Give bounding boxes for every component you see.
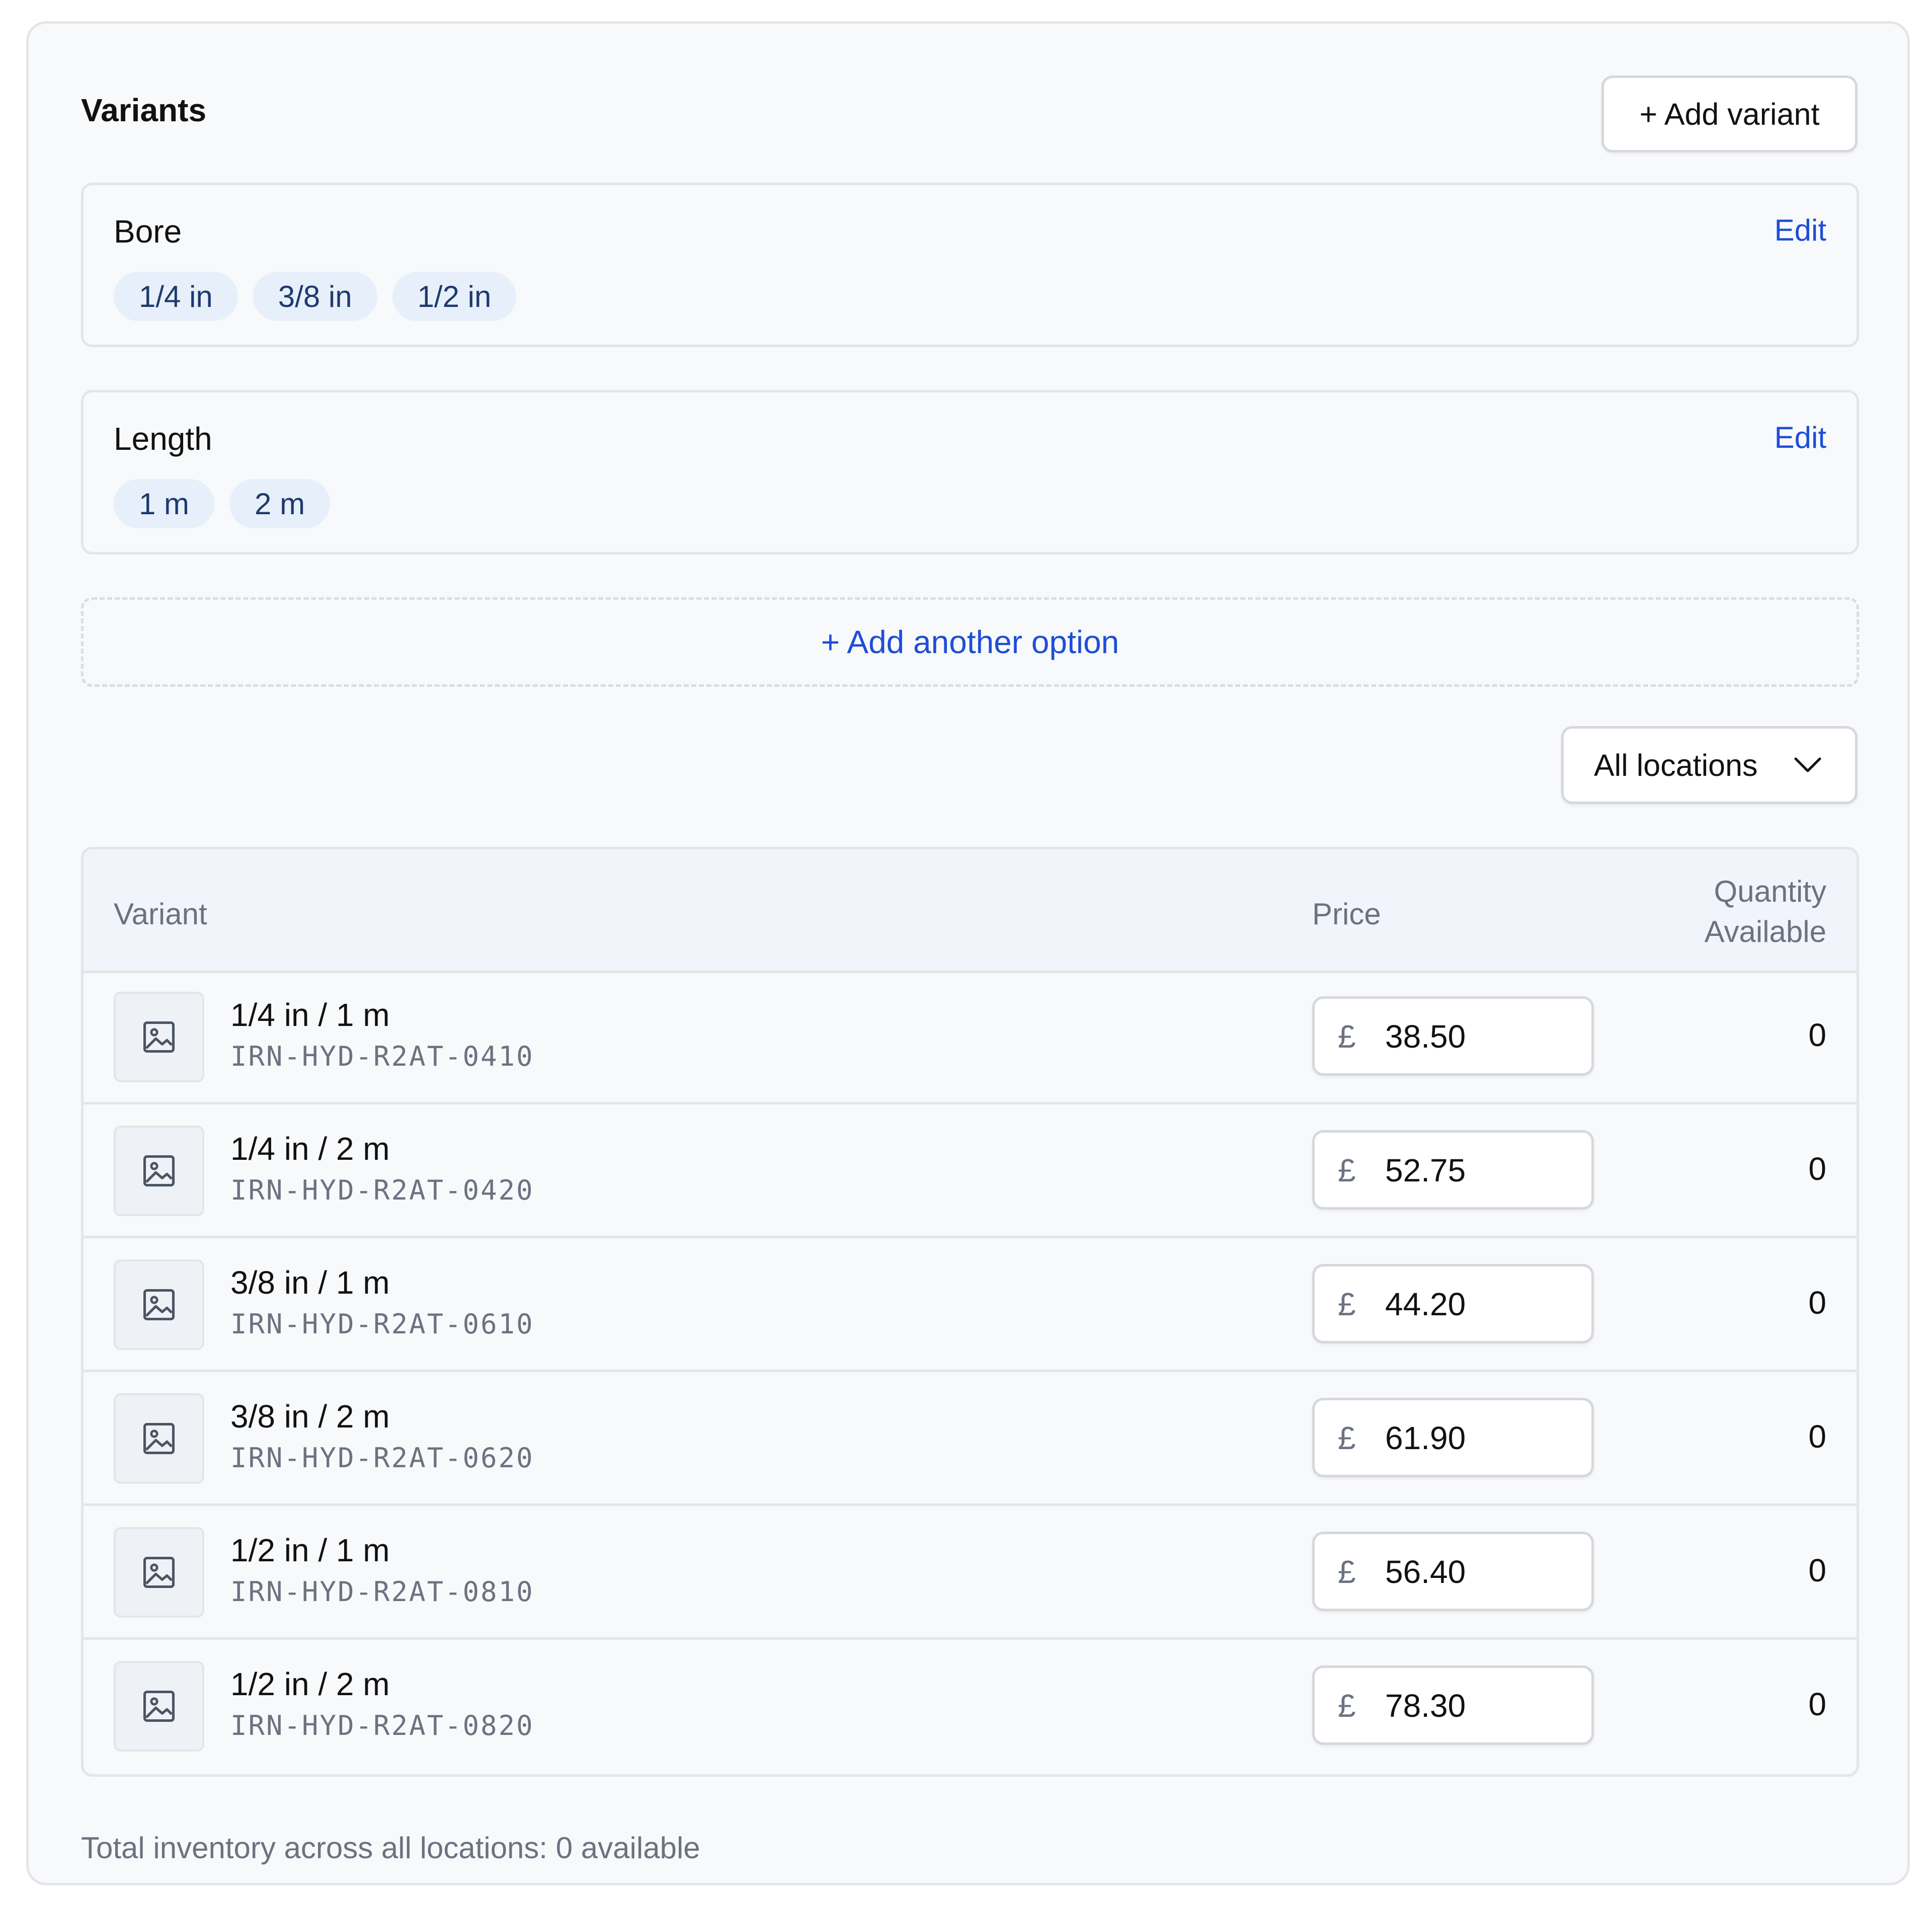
total-inventory-note: Total inventory across all locations: 0 …	[81, 1831, 700, 1865]
quantity-available: 0	[1808, 1017, 1826, 1053]
price-input[interactable]: £ 52.75	[1312, 1130, 1594, 1210]
option-values: 1/4 in 3/8 in 1/2 in	[114, 272, 517, 321]
price-value: 56.40	[1385, 1554, 1466, 1590]
option-values: 1 m 2 m	[114, 479, 331, 528]
option-value-chip: 1/4 in	[114, 272, 238, 321]
quantity-available: 0	[1808, 1418, 1826, 1455]
image-icon	[143, 1422, 175, 1455]
variants-table: Variant Price Quantity Available 1/4 in …	[81, 847, 1859, 1777]
variant-title: 1/2 in / 1 m	[230, 1532, 390, 1568]
variant-title: 3/8 in / 2 m	[230, 1398, 390, 1435]
price-value: 38.50	[1385, 1018, 1466, 1055]
currency-symbol: £	[1338, 1554, 1356, 1590]
quantity-available: 0	[1808, 1552, 1826, 1588]
option-edit-link-length[interactable]: Edit	[1775, 423, 1826, 453]
variant-sku: IRN-HYD-R2AT-0420	[230, 1174, 534, 1206]
option-value-chip: 3/8 in	[253, 272, 377, 321]
variant-image-placeholder[interactable]	[114, 992, 204, 1082]
variant-title: 3/8 in / 1 m	[230, 1264, 390, 1301]
option-group-length: Length Edit 1 m 2 m	[81, 390, 1859, 554]
option-name: Bore	[114, 213, 182, 250]
price-input[interactable]: £ 61.90	[1312, 1398, 1594, 1477]
option-value-chip: 1/2 in	[392, 272, 517, 321]
image-icon	[143, 1021, 175, 1053]
variant-sku: IRN-HYD-R2AT-0610	[230, 1308, 534, 1340]
currency-symbol: £	[1338, 1152, 1356, 1188]
image-icon	[143, 1690, 175, 1722]
option-edit-link-bore[interactable]: Edit	[1775, 215, 1826, 246]
locations-select[interactable]: All locations	[1561, 726, 1858, 804]
variant-image-placeholder[interactable]	[114, 1661, 204, 1752]
price-value: 61.90	[1385, 1420, 1466, 1456]
currency-symbol: £	[1338, 1018, 1356, 1055]
variant-image-placeholder[interactable]	[114, 1393, 204, 1484]
currency-symbol: £	[1338, 1688, 1356, 1724]
variant-image-placeholder[interactable]	[114, 1126, 204, 1216]
table-row[interactable]: 1/4 in / 2 m IRN-HYD-R2AT-0420 £ 52.75 0	[84, 1104, 1857, 1238]
column-header-price: Price	[1312, 897, 1381, 931]
variant-image-placeholder[interactable]	[114, 1259, 204, 1350]
quantity-available: 0	[1808, 1151, 1826, 1187]
table-row[interactable]: 1/2 in / 2 m IRN-HYD-R2AT-0820 £ 78.30 0	[84, 1640, 1857, 1774]
price-input[interactable]: £ 56.40	[1312, 1532, 1594, 1611]
price-input[interactable]: £ 44.20	[1312, 1264, 1594, 1343]
variant-sku: IRN-HYD-R2AT-0620	[230, 1442, 534, 1474]
column-header-variant: Variant	[114, 897, 207, 931]
quantity-available: 0	[1808, 1285, 1826, 1321]
variant-sku: IRN-HYD-R2AT-0820	[230, 1710, 534, 1741]
locations-select-value: All locations	[1594, 748, 1758, 782]
image-icon	[143, 1289, 175, 1321]
currency-symbol: £	[1338, 1286, 1356, 1322]
variant-title: 1/4 in / 1 m	[230, 997, 390, 1033]
table-row[interactable]: 3/8 in / 2 m IRN-HYD-R2AT-0620 £ 61.90 0	[84, 1372, 1857, 1506]
price-value: 52.75	[1385, 1152, 1466, 1188]
quantity-available: 0	[1808, 1686, 1826, 1722]
variant-sku: IRN-HYD-R2AT-0410	[230, 1041, 534, 1072]
price-value: 44.20	[1385, 1286, 1466, 1322]
option-name: Length	[114, 421, 212, 457]
table-header: Variant Price Quantity Available	[84, 849, 1857, 973]
option-value-chip: 1 m	[114, 479, 215, 528]
variants-card: Variants + Add variant Bore Edit 1/4 in …	[26, 21, 1910, 1885]
variant-image-placeholder[interactable]	[114, 1527, 204, 1618]
price-value: 78.30	[1385, 1688, 1466, 1724]
variant-title: 1/2 in / 2 m	[230, 1666, 390, 1702]
column-header-quantity: Quantity Available	[1705, 871, 1826, 952]
table-row[interactable]: 1/4 in / 1 m IRN-HYD-R2AT-0410 £ 38.50 0	[84, 971, 1857, 1104]
chevron-down-icon	[1794, 757, 1821, 772]
variant-title: 1/4 in / 2 m	[230, 1131, 390, 1167]
currency-symbol: £	[1338, 1420, 1356, 1456]
option-group-bore: Bore Edit 1/4 in 3/8 in 1/2 in	[81, 183, 1859, 347]
column-header-quantity-line2: Available	[1704, 915, 1826, 948]
add-variant-button[interactable]: + Add variant	[1601, 75, 1858, 152]
table-row[interactable]: 3/8 in / 1 m IRN-HYD-R2AT-0610 £ 44.20 0	[84, 1238, 1857, 1372]
add-another-option-button[interactable]: + Add another option	[81, 597, 1859, 687]
variant-sku: IRN-HYD-R2AT-0810	[230, 1576, 534, 1608]
section-title: Variants	[81, 92, 207, 128]
price-input[interactable]: £ 78.30	[1312, 1665, 1594, 1745]
image-icon	[143, 1155, 175, 1187]
image-icon	[143, 1556, 175, 1588]
option-value-chip: 2 m	[229, 479, 331, 528]
table-row[interactable]: 1/2 in / 1 m IRN-HYD-R2AT-0810 £ 56.40 0	[84, 1506, 1857, 1640]
price-input[interactable]: £ 38.50	[1312, 996, 1594, 1076]
column-header-quantity-line1: Quantity	[1714, 875, 1826, 908]
